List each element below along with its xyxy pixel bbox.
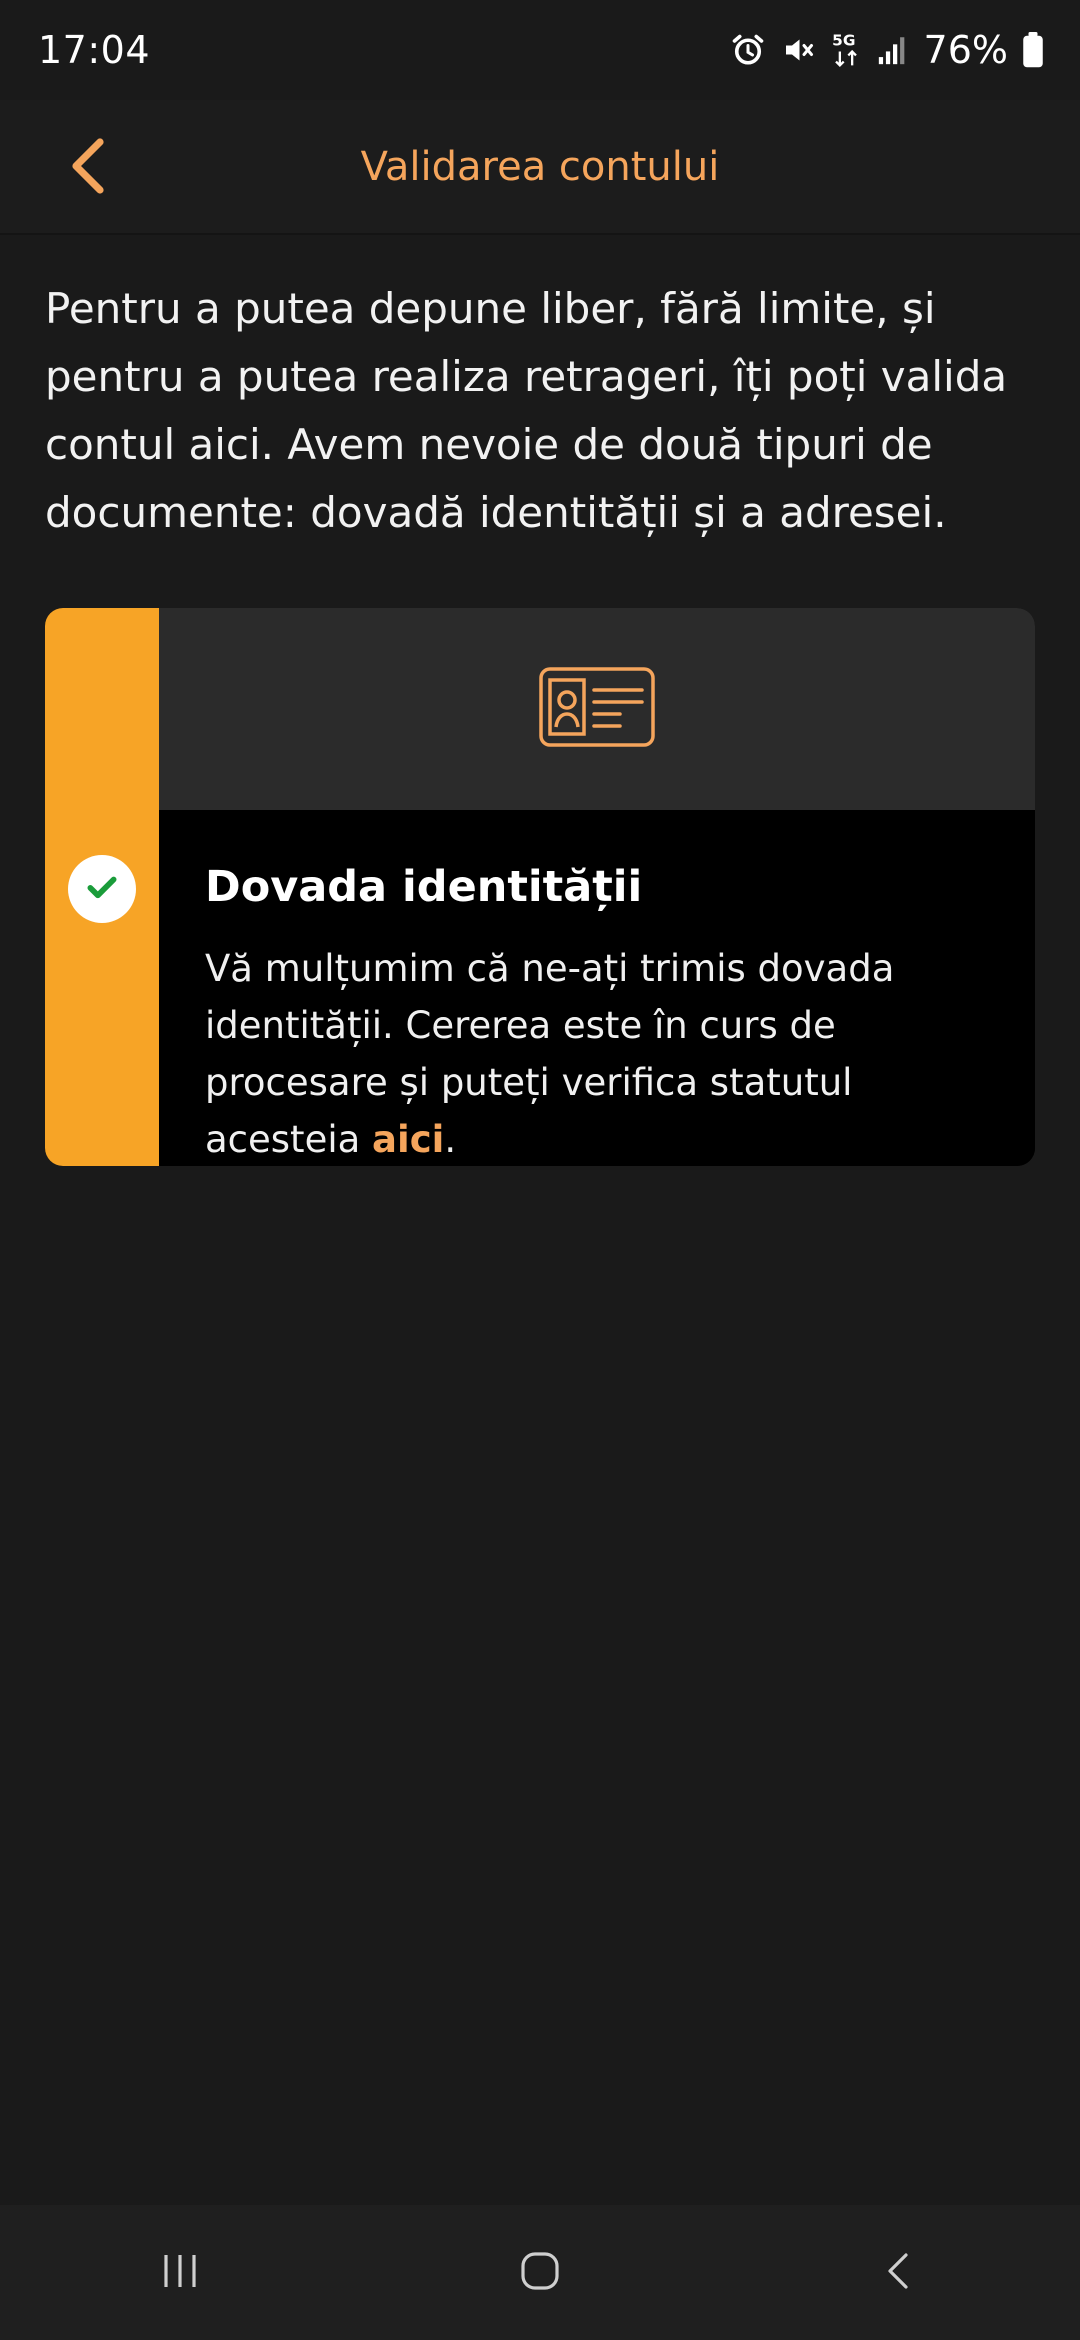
card-icon-area xyxy=(159,608,1035,810)
card-description-end: . xyxy=(444,1118,457,1161)
recent-apps-button[interactable] xyxy=(100,2223,260,2323)
check-icon xyxy=(82,867,122,911)
status-time: 17:04 xyxy=(38,28,151,72)
identity-document-card[interactable]: Dovada identității Vă mulțumim că ne-ați… xyxy=(45,608,1035,1166)
home-icon xyxy=(516,2247,564,2299)
svg-text:5G: 5G xyxy=(832,31,855,49)
status-bar: 17:04 5G 76% xyxy=(0,0,1080,100)
status-icons: 5G 76% xyxy=(730,28,1044,72)
recent-apps-icon xyxy=(156,2247,204,2299)
screen: 17:04 5G 76% Validarea contului Pentru a… xyxy=(0,0,1080,2340)
status-link[interactable]: aici xyxy=(372,1118,444,1161)
app-header: Validarea contului xyxy=(0,100,1080,234)
mute-icon xyxy=(780,32,816,68)
intro-text: Pentru a putea depune liber, fără limite… xyxy=(45,284,1008,537)
signal-icon xyxy=(876,33,910,67)
card-description: Vă mulțumim că ne-ați trimis dovada iden… xyxy=(205,940,1005,1166)
card-description-text: Vă mulțumim că ne-ați trimis dovada iden… xyxy=(205,947,895,1161)
alarm-icon xyxy=(730,32,766,68)
back-icon xyxy=(876,2247,924,2299)
system-nav-bar xyxy=(0,2205,1080,2340)
status-check-badge xyxy=(68,855,136,923)
header-divider xyxy=(0,233,1080,235)
battery-percentage: 76% xyxy=(923,28,1008,72)
card-body: Dovada identității Vă mulțumim că ne-ați… xyxy=(159,810,1035,1166)
system-back-button[interactable] xyxy=(820,2223,980,2323)
card-title: Dovada identității xyxy=(205,862,643,912)
page-title: Validarea contului xyxy=(360,144,720,190)
5g-icon: 5G xyxy=(830,30,862,70)
home-button[interactable] xyxy=(460,2223,620,2323)
chevron-left-icon xyxy=(66,136,110,200)
back-button[interactable] xyxy=(48,128,128,208)
battery-icon xyxy=(1022,32,1044,68)
id-card-icon xyxy=(539,667,655,751)
